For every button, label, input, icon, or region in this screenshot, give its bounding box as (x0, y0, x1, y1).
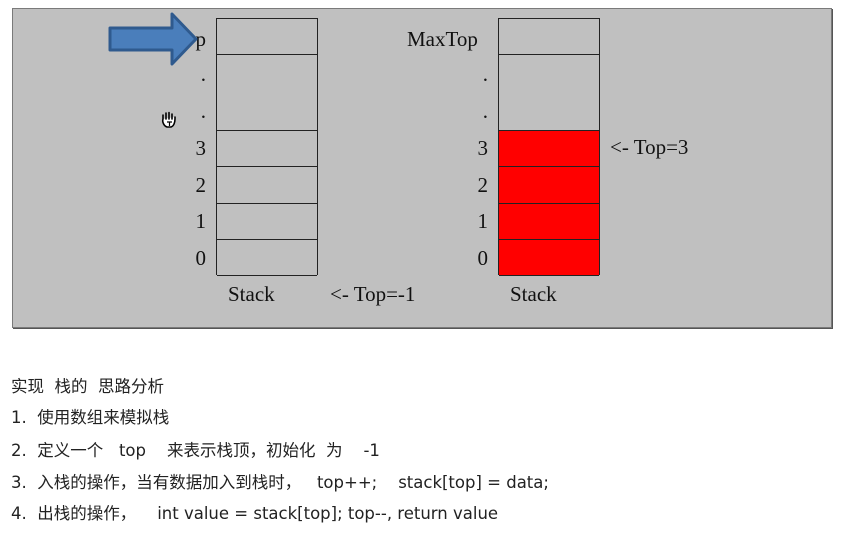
stack-cell (499, 55, 599, 131)
stack-cell (217, 19, 317, 55)
index-label-maxtop: MaxTop (407, 27, 478, 51)
index-label: 1 (477, 209, 489, 233)
notes-line: 1. 使用数组来模拟栈 (11, 408, 170, 427)
index-label: 3 (195, 136, 207, 160)
index-label: . (200, 99, 206, 123)
index-label: 0 (477, 246, 489, 270)
stack-cell (217, 55, 317, 131)
index-label: 2 (477, 173, 489, 197)
notes-line: 3. 入栈的操作，当有数据加入到栈时， top++; stack[top] = … (11, 473, 549, 492)
notes-title: 实现 栈的 思路分析 (11, 377, 164, 396)
stack-cell-filled (499, 167, 599, 204)
notes-line: 2. 定义一个 top 来表示栈顶，初始化 为 -1 (11, 441, 380, 460)
index-label: 2 (195, 173, 207, 197)
stack-cell (217, 204, 317, 240)
stack-cell (217, 167, 317, 204)
stack-caption: Stack (228, 282, 275, 306)
index-label: 0 (195, 246, 207, 270)
stack-cell (217, 240, 317, 276)
index-label: . (482, 99, 488, 123)
index-label: 1 (195, 209, 207, 233)
index-label: . (482, 62, 488, 86)
hand-cursor-icon (161, 111, 176, 128)
arrow-right-icon (108, 12, 198, 66)
stack-cell-filled (499, 204, 599, 240)
right-stack (498, 18, 600, 276)
top-pointer-label: <- Top=3 (610, 135, 689, 159)
top-pointer-label: <- Top=-1 (330, 282, 416, 306)
index-label: 3 (477, 136, 489, 160)
stack-cell-filled (499, 240, 599, 276)
stack-cell (499, 19, 599, 55)
left-stack (216, 18, 318, 276)
stack-cell (217, 131, 317, 167)
stack-caption: Stack (510, 282, 557, 306)
notes-line: 4. 出栈的操作， int value = stack[top]; top--,… (11, 504, 499, 523)
stack-cell-filled (499, 131, 599, 167)
